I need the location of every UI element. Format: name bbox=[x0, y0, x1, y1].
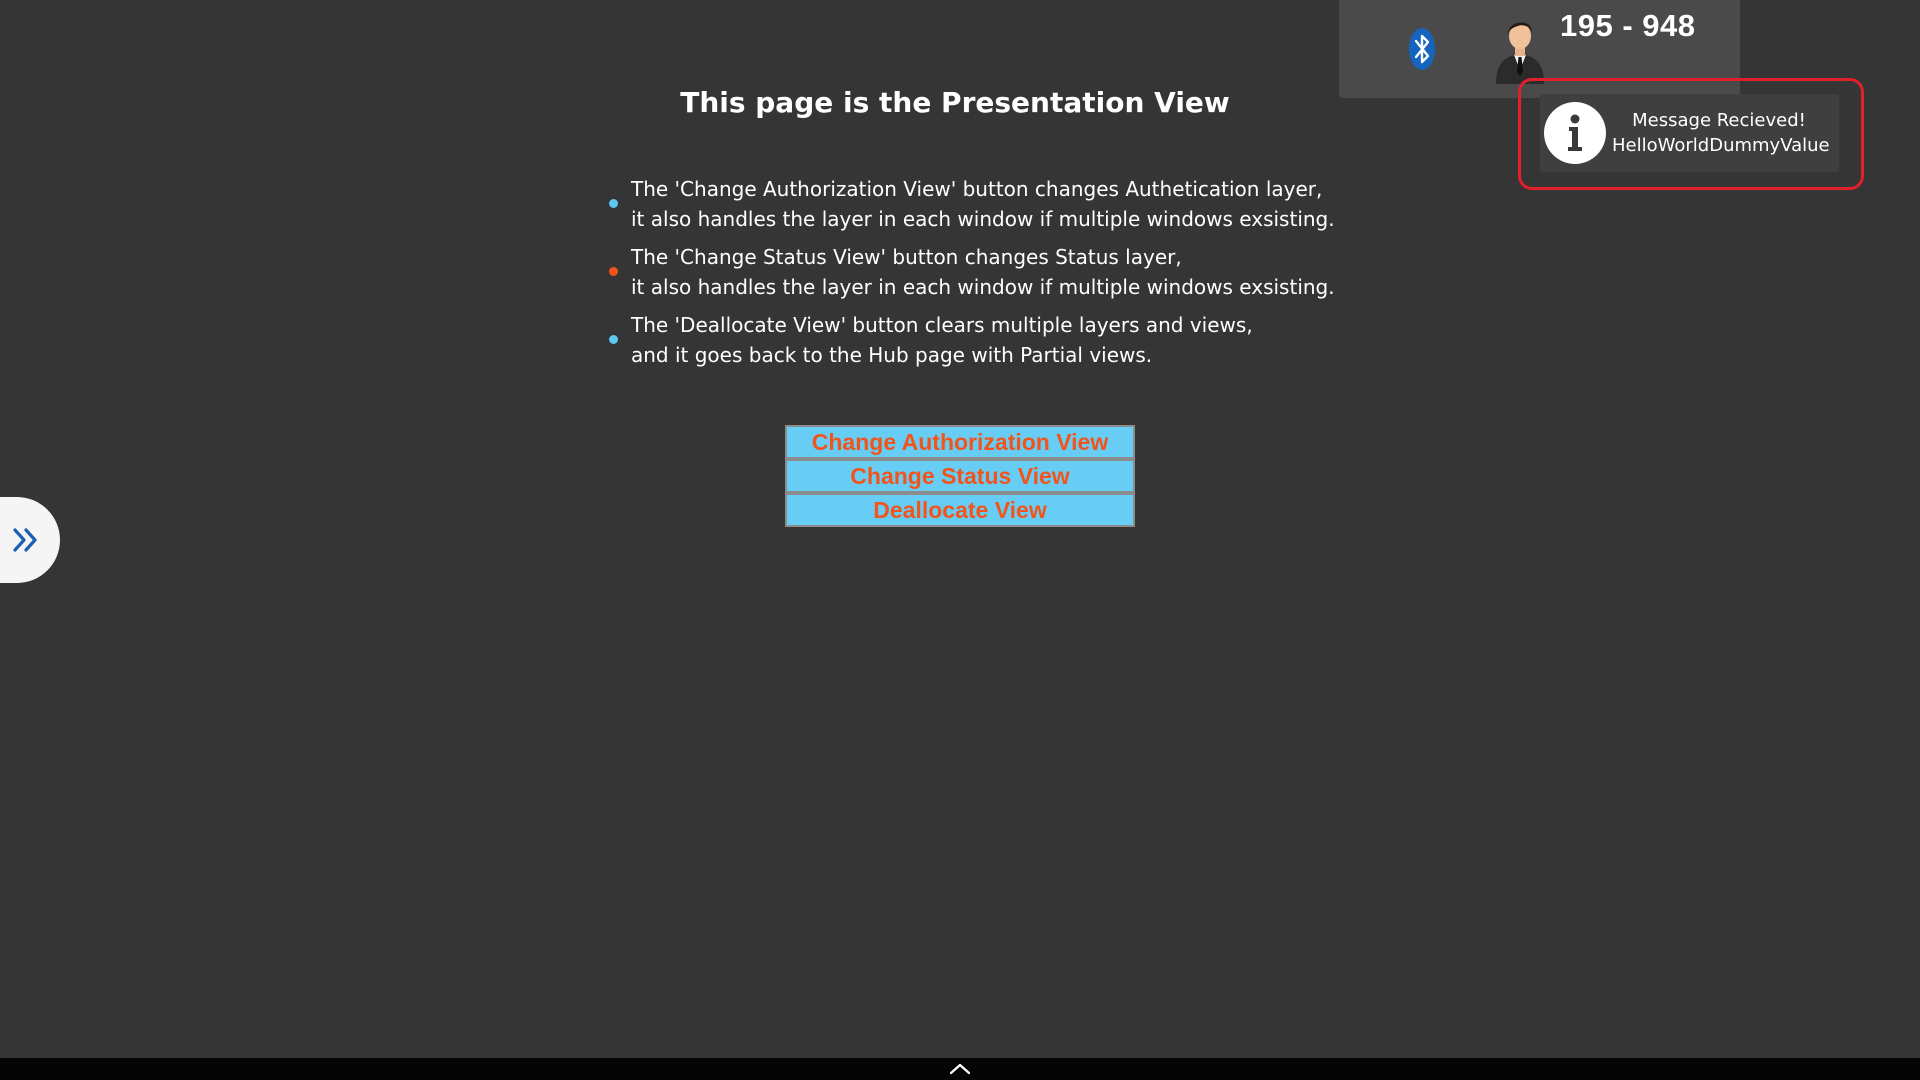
list-item-line: The 'Change Status View' button changes … bbox=[631, 245, 1182, 269]
bullet-dot bbox=[609, 267, 618, 276]
double-chevron-right-icon bbox=[13, 528, 37, 552]
change-status-view-button[interactable]: Change Status View bbox=[785, 459, 1135, 493]
session-id-label: 195 - 948 bbox=[1560, 8, 1696, 43]
list-item: The 'Change Authorization View' button c… bbox=[600, 174, 1340, 234]
list-item-line: The 'Change Authorization View' button c… bbox=[631, 177, 1323, 201]
list-item-line: The 'Deallocate View' button clears mult… bbox=[631, 313, 1253, 337]
bullet-dot bbox=[609, 335, 618, 344]
list-item-line: it also handles the layer in each window… bbox=[631, 275, 1335, 299]
user-avatar-icon bbox=[1496, 22, 1544, 84]
list-item-line: it also handles the layer in each window… bbox=[631, 207, 1335, 231]
bluetooth-icon bbox=[1409, 28, 1435, 70]
info-icon bbox=[1544, 102, 1606, 164]
sidebar-expand-button[interactable] bbox=[0, 497, 60, 583]
presentation-view-page: 195 - 948 Message Recieved! HelloWorldDu… bbox=[0, 0, 1920, 1080]
toast-title: Message Recieved! bbox=[1632, 110, 1806, 131]
toast-text: Message Recieved! HelloWorldDummyValue bbox=[1612, 108, 1830, 158]
list-item: The 'Deallocate View' button clears mult… bbox=[600, 310, 1340, 370]
list-item-line: and it goes back to the Hub page with Pa… bbox=[631, 343, 1153, 367]
bullet-dot bbox=[609, 199, 618, 208]
deallocate-view-button[interactable]: Deallocate View bbox=[785, 493, 1135, 527]
chevron-up-icon[interactable] bbox=[949, 1062, 971, 1076]
list-item: The 'Change Status View' button changes … bbox=[600, 242, 1340, 302]
page-title: This page is the Presentation View bbox=[680, 86, 1230, 119]
change-authorization-view-button[interactable]: Change Authorization View bbox=[785, 425, 1135, 459]
instruction-list: The 'Change Authorization View' button c… bbox=[600, 174, 1340, 378]
toast-message: HelloWorldDummyValue bbox=[1612, 135, 1830, 156]
view-action-buttons: Change Authorization View Change Status … bbox=[785, 425, 1135, 527]
